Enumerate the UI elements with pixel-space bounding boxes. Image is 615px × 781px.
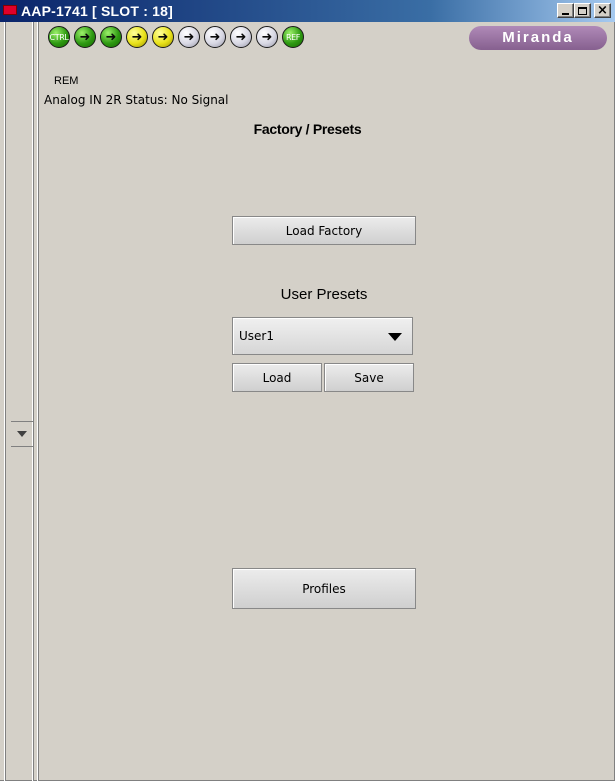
- signal-status-led[interactable]: ➜: [178, 26, 200, 48]
- load-preset-button[interactable]: Load: [232, 363, 322, 392]
- profiles-button[interactable]: Profiles: [232, 568, 416, 609]
- arrow-right-icon: ➜: [157, 29, 169, 45]
- ref-status-led[interactable]: REF: [282, 26, 304, 48]
- miranda-logo: Miranda: [469, 26, 607, 50]
- signal-status-led[interactable]: ➜: [100, 26, 122, 48]
- signal-status-led[interactable]: ➜: [126, 26, 148, 48]
- minimize-button[interactable]: [557, 3, 574, 18]
- arrow-right-icon: ➜: [105, 29, 117, 45]
- load-factory-button[interactable]: Load Factory: [232, 216, 416, 245]
- selected-preset-value: User1: [239, 329, 274, 343]
- close-button[interactable]: ×: [594, 3, 611, 18]
- title-bar[interactable]: AAP-1741 [ SLOT : 18] ×: [0, 0, 615, 22]
- signal-status-led[interactable]: ➜: [230, 26, 252, 48]
- minimize-icon: [562, 13, 569, 15]
- save-preset-button[interactable]: Save: [324, 363, 414, 392]
- dropdown-arrow-icon[interactable]: [388, 333, 402, 341]
- signal-status-text: Analog IN 2R Status: No Signal: [44, 93, 229, 107]
- signal-status-led[interactable]: ➜: [256, 26, 278, 48]
- signal-status-led[interactable]: ➜: [74, 26, 96, 48]
- maximize-icon: [578, 6, 587, 15]
- ref-label: REF: [285, 32, 300, 42]
- window-title: AAP-1741 [ SLOT : 18]: [21, 3, 174, 19]
- arrow-right-icon: ➜: [209, 29, 221, 45]
- maximize-button[interactable]: [574, 3, 591, 18]
- ctrl-status-led[interactable]: CTRL: [48, 26, 70, 48]
- arrow-right-icon: ➜: [183, 29, 195, 45]
- app-icon: [3, 5, 17, 15]
- signal-status-led[interactable]: ➜: [204, 26, 226, 48]
- chevron-down-icon[interactable]: [17, 431, 27, 437]
- page-title: Factory / Presets: [253, 121, 362, 137]
- close-icon: ×: [597, 2, 608, 18]
- signal-status-led[interactable]: ➜: [152, 26, 174, 48]
- arrow-right-icon: ➜: [235, 29, 247, 45]
- rem-label: REM: [54, 75, 79, 87]
- arrow-right-icon: ➜: [261, 29, 273, 45]
- arrow-right-icon: ➜: [79, 29, 91, 45]
- user-presets-heading: User Presets: [280, 286, 368, 303]
- device-control-window: AAP-1741 [ SLOT : 18] × CTRL ➜ ➜ ➜ ➜ ➜ ➜…: [0, 0, 615, 781]
- ctrl-label: CTRL: [49, 32, 69, 42]
- arrow-right-icon: ➜: [131, 29, 143, 45]
- user-preset-select[interactable]: User1: [232, 317, 413, 355]
